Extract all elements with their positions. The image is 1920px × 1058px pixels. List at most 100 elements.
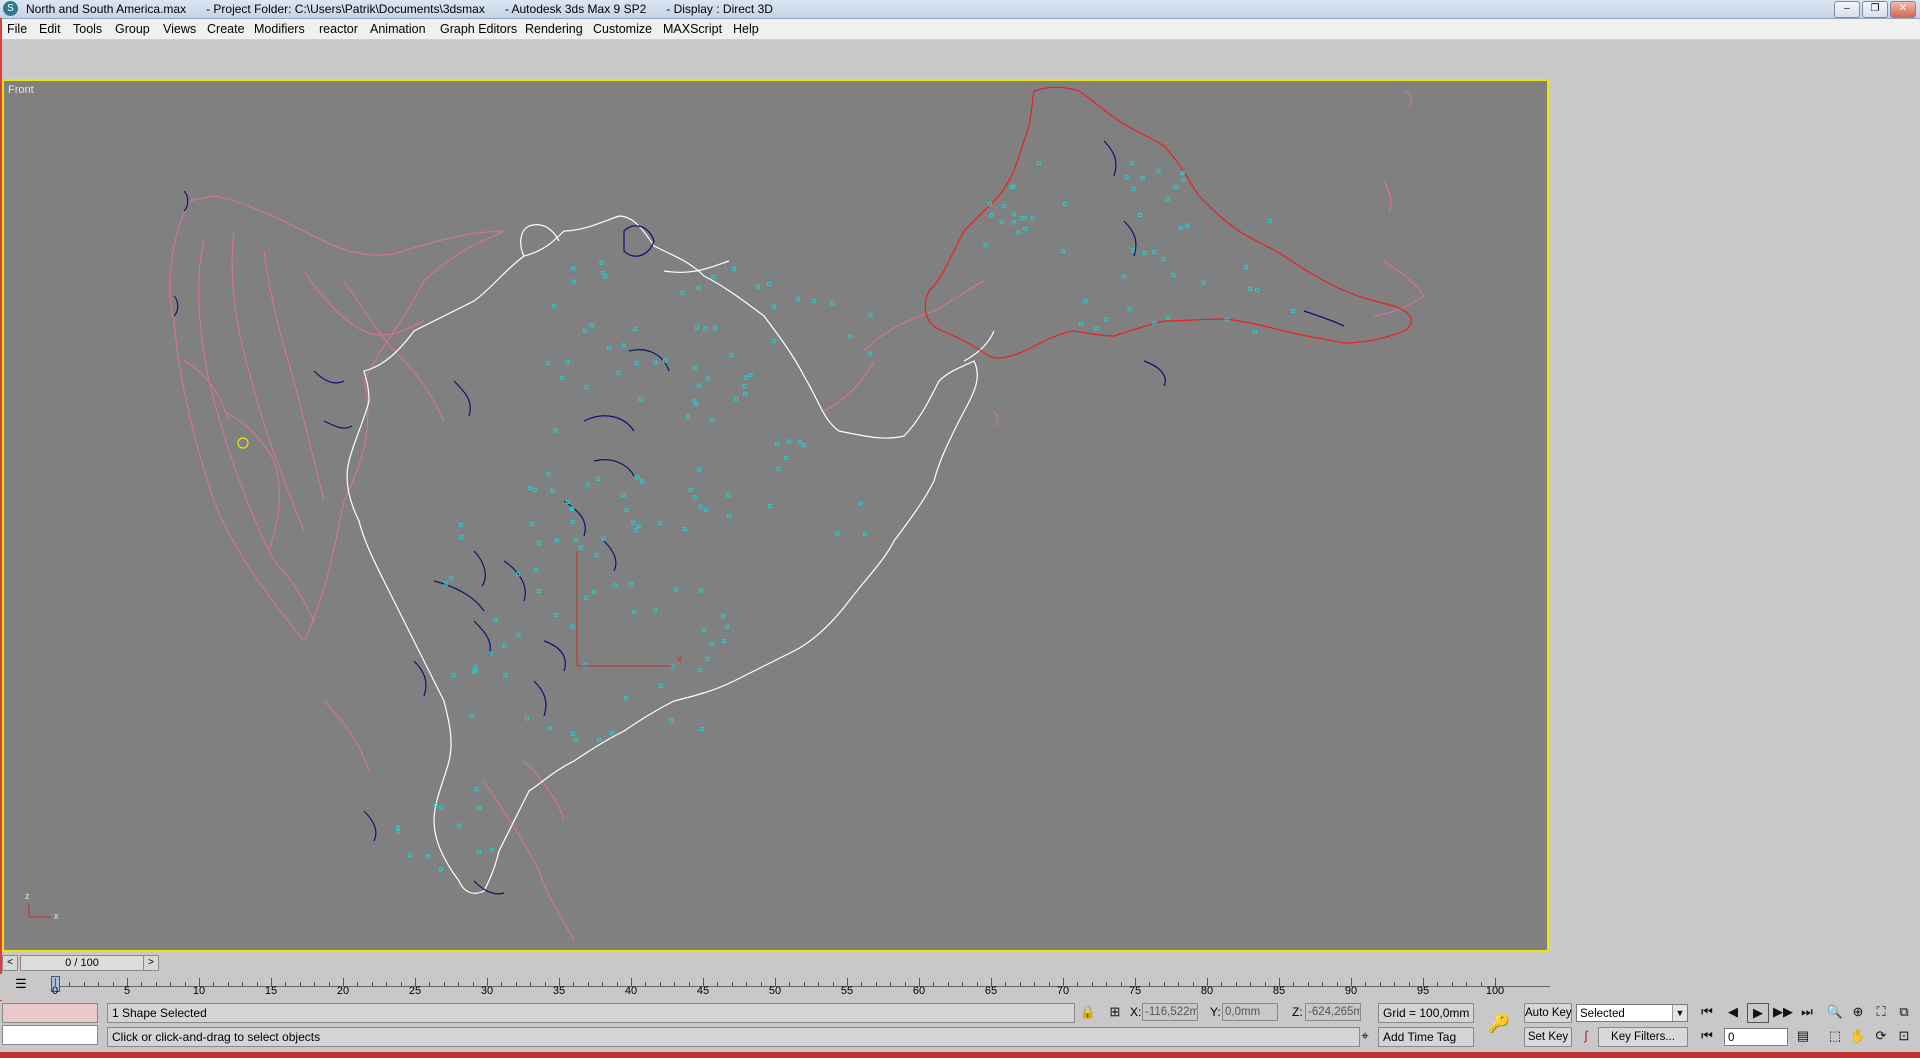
menu-tools[interactable]: Tools: [73, 22, 102, 36]
time-prev-button[interactable]: <: [2, 955, 18, 971]
city-marker: [983, 243, 988, 248]
window-title: North and South America.max - Project Fo…: [26, 2, 773, 16]
maxscript-listener-mini[interactable]: [2, 1003, 98, 1023]
city-marker: [696, 285, 701, 290]
menu-animation[interactable]: Animation: [370, 22, 426, 36]
menu-reactor[interactable]: reactor: [319, 22, 358, 36]
auto-key-button[interactable]: Auto Key: [1524, 1003, 1572, 1023]
orbit-icon[interactable]: ⟳: [1871, 1027, 1891, 1045]
city-marker: [529, 521, 534, 526]
track-line[interactable]: [55, 974, 1550, 987]
key-filters-button[interactable]: Key Filters...: [1598, 1027, 1688, 1047]
track-tick: [184, 982, 186, 986]
city-marker: [1165, 315, 1170, 320]
city-marker: [439, 805, 444, 810]
track-tick: [530, 982, 532, 986]
city-marker: [551, 303, 556, 308]
axis-tripod: [28, 903, 51, 918]
absolute-mode-icon[interactable]: ⊞: [1105, 1003, 1125, 1021]
south-america-outline: [924, 86, 1412, 359]
menu-file[interactable]: File: [7, 22, 27, 36]
city-marker: [674, 587, 679, 592]
maximize-button[interactable]: ❐: [1862, 1, 1888, 18]
minimize-button[interactable]: ‒: [1834, 1, 1860, 18]
time-next-button[interactable]: >: [143, 955, 159, 971]
menu-edit[interactable]: Edit: [39, 22, 61, 36]
city-marker: [706, 376, 710, 381]
curve-editor-icon[interactable]: ☰: [12, 977, 30, 991]
grid-readout: Grid = 100,0mm: [1378, 1003, 1474, 1023]
city-marker: [635, 475, 640, 480]
maxscript-input[interactable]: [2, 1025, 98, 1045]
time-tag-icon[interactable]: ⌖: [1355, 1027, 1375, 1045]
x-coordinate-field[interactable]: -116,522mı: [1142, 1003, 1198, 1021]
front-viewport[interactable]: Front x z x: [2, 79, 1549, 952]
key-mode-select[interactable]: Selected ▼: [1576, 1004, 1688, 1022]
track-tick: [818, 982, 820, 986]
menu-help[interactable]: Help: [733, 22, 759, 36]
city-marker: [516, 632, 521, 637]
track-tick: [645, 982, 647, 986]
menu-create[interactable]: Create: [207, 22, 245, 36]
city-marker: [571, 279, 576, 284]
set-key-button[interactable]: Set Key: [1524, 1027, 1572, 1047]
go-to-end-icon[interactable]: ⏭: [1797, 1003, 1817, 1021]
track-tick: [717, 982, 719, 986]
chevron-down-icon[interactable]: ▼: [1672, 1005, 1687, 1021]
city-marker: [573, 537, 578, 542]
close-button[interactable]: ✕: [1890, 1, 1916, 18]
play-icon[interactable]: ▶: [1747, 1003, 1769, 1023]
city-marker: [743, 375, 748, 380]
time-slider-thumb[interactable]: 0 / 100: [20, 955, 144, 971]
previous-frame-icon[interactable]: ◀: [1723, 1003, 1743, 1021]
city-marker: [571, 266, 576, 271]
status-bar: 1 Shape Selected Click or click-and-drag…: [0, 1001, 1920, 1058]
z-coordinate-field[interactable]: -624,265mı: [1305, 1003, 1361, 1021]
zoom-extents-all-icon[interactable]: ⧉: [1894, 1003, 1914, 1021]
add-time-tag[interactable]: Add Time Tag: [1378, 1027, 1474, 1047]
menu-views[interactable]: Views: [163, 22, 196, 36]
time-slider[interactable]: < 0 / 100 >: [2, 954, 1551, 972]
city-marker: [426, 854, 431, 859]
track-tick: [458, 982, 460, 986]
default-tangent-icon[interactable]: ʃ: [1576, 1027, 1596, 1045]
city-marker: [725, 624, 730, 629]
city-marker: [469, 714, 474, 719]
city-marker: [862, 532, 867, 537]
menu-maxscript[interactable]: MAXScript: [663, 22, 722, 36]
track-label: 0: [51, 985, 59, 997]
zoom-icon[interactable]: 🔍: [1825, 1003, 1845, 1021]
region-zoom-icon[interactable]: ⬚: [1825, 1027, 1845, 1045]
time-config-icon[interactable]: ▤: [1793, 1027, 1813, 1045]
track-tick: [933, 982, 935, 986]
zoom-extents-icon[interactable]: ⛶: [1871, 1003, 1891, 1021]
track-bar[interactable]: ☰ 0 5 10 15 20 25 30 35 40 45 50 55 60 65 70 75 80 85 90 95…: [0, 974, 1552, 1000]
city-marker: [868, 313, 873, 318]
city-marker: [688, 488, 693, 492]
zoom-all-icon[interactable]: ⊕: [1848, 1003, 1868, 1021]
track-label: 75: [1128, 985, 1142, 997]
maximize-viewport-icon[interactable]: ⊡: [1894, 1027, 1914, 1045]
track-tick: [1120, 982, 1122, 986]
menu-customize[interactable]: Customize: [593, 22, 652, 36]
city-marker: [1252, 329, 1257, 334]
city-marker: [783, 455, 788, 460]
city-marker: [1130, 248, 1135, 253]
city-marker: [1061, 249, 1066, 254]
lock-selection-icon[interactable]: 🔒: [1078, 1003, 1098, 1021]
go-to-start-icon[interactable]: ⏮: [1697, 1003, 1717, 1021]
transform-gizmo[interactable]: [576, 551, 672, 667]
city-marker: [1165, 197, 1170, 202]
map-shapes[interactable]: x z x: [4, 81, 1549, 952]
menu-graph-editors[interactable]: Graph Editors: [440, 22, 517, 36]
next-frame-icon[interactable]: ▶▶: [1773, 1003, 1793, 1021]
y-coordinate-field[interactable]: 0,0mm: [1222, 1003, 1278, 1021]
pan-icon[interactable]: ✋: [1848, 1027, 1868, 1045]
key-mode-toggle-icon[interactable]: ⏮: [1697, 1027, 1717, 1045]
key-icon[interactable]: 🔑: [1486, 1014, 1512, 1032]
app-logo-icon[interactable]: S: [3, 1, 18, 16]
menu-group[interactable]: Group: [115, 22, 150, 36]
menu-modifiers[interactable]: Modifiers: [254, 22, 305, 36]
current-frame-field[interactable]: 0: [1724, 1028, 1788, 1046]
menu-rendering[interactable]: Rendering: [525, 22, 583, 36]
